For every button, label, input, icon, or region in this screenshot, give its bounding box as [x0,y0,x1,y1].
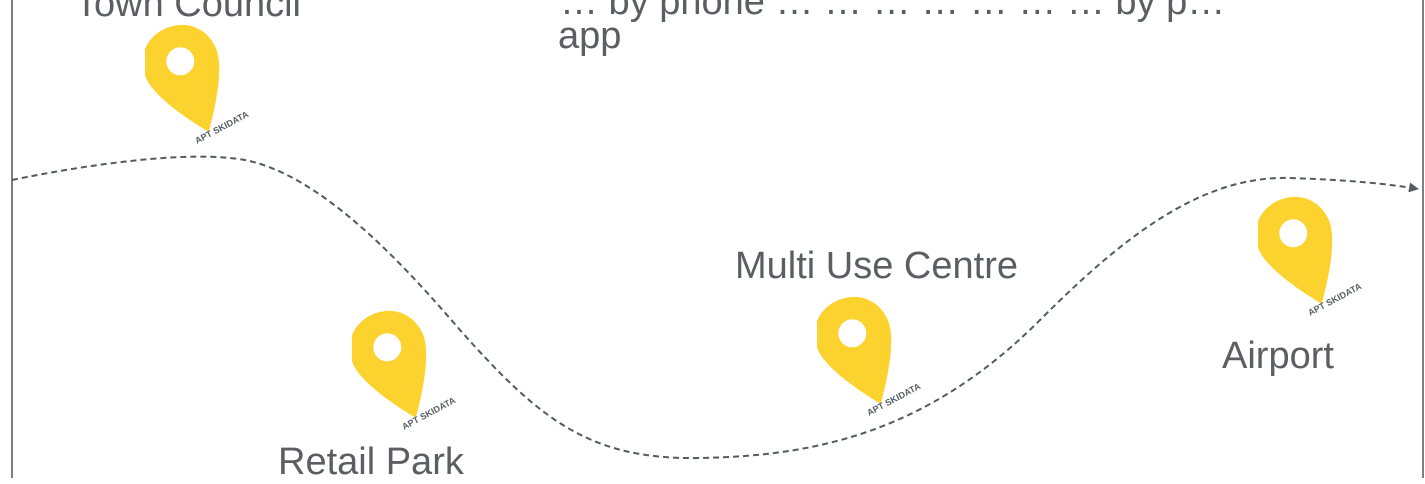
location-pin-icon: APT SKIDATA [817,296,923,418]
location-pin-icon: APT SKIDATA [352,310,458,432]
location-label-retail-park: Retail Park [278,441,464,483]
location-pin-icon: APT SKIDATA [145,24,251,146]
dashed-route-line [11,155,1419,460]
location-label-airport: Airport [1222,335,1334,377]
location-label-multi-use-centre: Multi Use Centre [735,245,1018,287]
location-pin-icon: APT SKIDATA [1258,196,1364,318]
heading-line-2: app [558,15,622,57]
heading-line-1: … by phone … … … … … … … by p… [560,0,1226,23]
